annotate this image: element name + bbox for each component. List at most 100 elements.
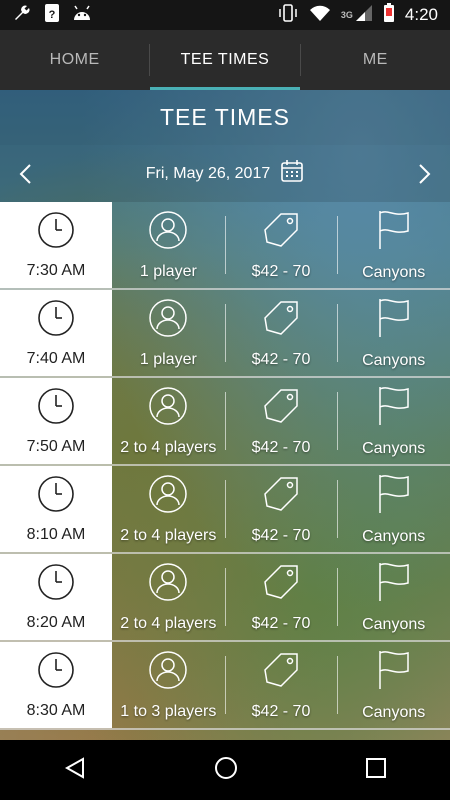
price-cell: $42 - 70	[224, 378, 338, 464]
clock-icon	[37, 475, 75, 518]
players-cell: 2 to 4 players	[112, 378, 225, 464]
players-label: 2 to 4 players	[120, 438, 217, 456]
flag-icon	[374, 385, 414, 432]
tee-times-screen: TEE TIMES Fri, May 26, 2017 7:30 AM 1 pl…	[0, 90, 450, 740]
clock-icon	[37, 563, 75, 606]
back-button[interactable]	[63, 756, 87, 785]
date-picker[interactable]: Fri, May 26, 2017	[146, 159, 305, 188]
price-tag-icon	[261, 562, 301, 607]
tee-time-row[interactable]: 8:20 AM 2 to 4 players $42 - 70 Canyons	[0, 554, 450, 642]
tee-time-row[interactable]: 8:10 AM 2 to 4 players $42 - 70 Canyons	[0, 466, 450, 554]
players-label: 2 to 4 players	[120, 614, 217, 632]
players-cell: 1 player	[112, 290, 225, 376]
time-cell: 7:30 AM	[0, 202, 112, 288]
players-label: 1 to 3 players	[120, 702, 217, 720]
course-cell: Canyons	[337, 378, 450, 464]
players-cell: 2 to 4 players	[112, 466, 225, 552]
signal-icon	[355, 4, 373, 27]
course-label: Canyons	[362, 527, 426, 545]
tee-time-list: 7:30 AM 1 player $42 - 70 Canyons 7:40 A…	[0, 202, 450, 730]
tee-time-label: 7:40 AM	[26, 349, 86, 367]
system-navigation-bar	[0, 740, 450, 800]
course-label: Canyons	[362, 615, 426, 633]
wrench-icon	[12, 3, 32, 28]
price-label: $42 - 70	[251, 438, 311, 456]
course-label: Canyons	[362, 351, 426, 369]
tab-tee-times[interactable]: TEE TIMES	[150, 30, 300, 90]
course-cell: Canyons	[337, 202, 450, 288]
players-label: 1 player	[139, 262, 197, 280]
price-cell: $42 - 70	[224, 554, 338, 640]
title-band: TEE TIMES	[0, 90, 450, 145]
price-label: $42 - 70	[251, 350, 311, 368]
clock-icon	[37, 387, 75, 430]
course-cell: Canyons	[337, 466, 450, 552]
user-icon	[148, 650, 188, 695]
vibrate-icon	[277, 3, 299, 27]
clock-icon	[37, 211, 75, 254]
user-icon	[148, 562, 188, 607]
flag-icon	[374, 561, 414, 608]
price-label: $42 - 70	[251, 614, 311, 632]
price-label: $42 - 70	[251, 702, 311, 720]
price-tag-icon	[261, 650, 301, 695]
price-cell: $42 - 70	[224, 202, 338, 288]
time-cell: 7:40 AM	[0, 290, 112, 376]
tee-time-label: 7:50 AM	[26, 437, 86, 455]
players-cell: 1 player	[112, 202, 225, 288]
tee-time-row[interactable]: 7:40 AM 1 player $42 - 70 Canyons	[0, 290, 450, 378]
tab-me[interactable]: ME	[301, 30, 450, 90]
course-cell: Canyons	[337, 554, 450, 640]
tee-time-row[interactable]: 7:30 AM 1 player $42 - 70 Canyons	[0, 202, 450, 290]
user-icon	[148, 298, 188, 343]
players-label: 1 player	[139, 350, 197, 368]
next-date-button[interactable]	[416, 163, 432, 190]
flag-icon	[374, 209, 414, 256]
tee-time-row[interactable]: 7:50 AM 2 to 4 players $42 - 70 Canyons	[0, 378, 450, 466]
players-label: 2 to 4 players	[120, 526, 217, 544]
wifi-icon	[309, 4, 331, 27]
course-label: Canyons	[362, 439, 426, 457]
battery-icon	[383, 2, 395, 28]
android-icon	[72, 4, 92, 27]
price-label: $42 - 70	[251, 262, 311, 280]
flag-icon	[374, 473, 414, 520]
tee-time-label: 8:20 AM	[26, 613, 86, 631]
price-tag-icon	[261, 210, 301, 255]
tee-time-label: 8:10 AM	[26, 525, 86, 543]
time-cell: 8:10 AM	[0, 466, 112, 552]
tab-home[interactable]: HOME	[0, 30, 149, 90]
price-cell: $42 - 70	[224, 642, 338, 728]
price-cell: $42 - 70	[224, 290, 338, 376]
course-cell: Canyons	[337, 290, 450, 376]
price-label: $42 - 70	[251, 526, 311, 544]
clock-icon	[37, 651, 75, 694]
players-cell: 1 to 3 players	[112, 642, 225, 728]
tee-time-row[interactable]: 8:30 AM 1 to 3 players $42 - 70 Canyons	[0, 642, 450, 730]
flag-icon	[374, 649, 414, 696]
network-type: 3G	[340, 10, 353, 20]
home-button[interactable]	[213, 755, 239, 786]
previous-date-button[interactable]	[18, 163, 34, 190]
tee-time-label: 7:30 AM	[26, 261, 86, 279]
flag-icon	[374, 297, 414, 344]
clock-icon	[37, 299, 75, 342]
calendar-icon	[280, 159, 304, 188]
course-label: Canyons	[362, 703, 426, 721]
svg-text:?: ?	[49, 9, 56, 21]
top-tab-bar: HOME TEE TIMES ME	[0, 30, 450, 90]
price-tag-icon	[261, 386, 301, 431]
page-title: TEE TIMES	[160, 104, 290, 130]
price-tag-icon	[261, 298, 301, 343]
date-selector: Fri, May 26, 2017	[0, 145, 450, 202]
price-cell: $42 - 70	[224, 466, 338, 552]
recents-button[interactable]	[365, 757, 387, 784]
tee-time-label: 8:30 AM	[26, 701, 86, 719]
selected-date: Fri, May 26, 2017	[145, 164, 271, 182]
course-label: Canyons	[362, 263, 426, 281]
players-cell: 2 to 4 players	[112, 554, 225, 640]
course-cell: Canyons	[337, 642, 450, 728]
price-tag-icon	[261, 474, 301, 519]
time-cell: 8:30 AM	[0, 642, 112, 728]
user-icon	[148, 210, 188, 255]
